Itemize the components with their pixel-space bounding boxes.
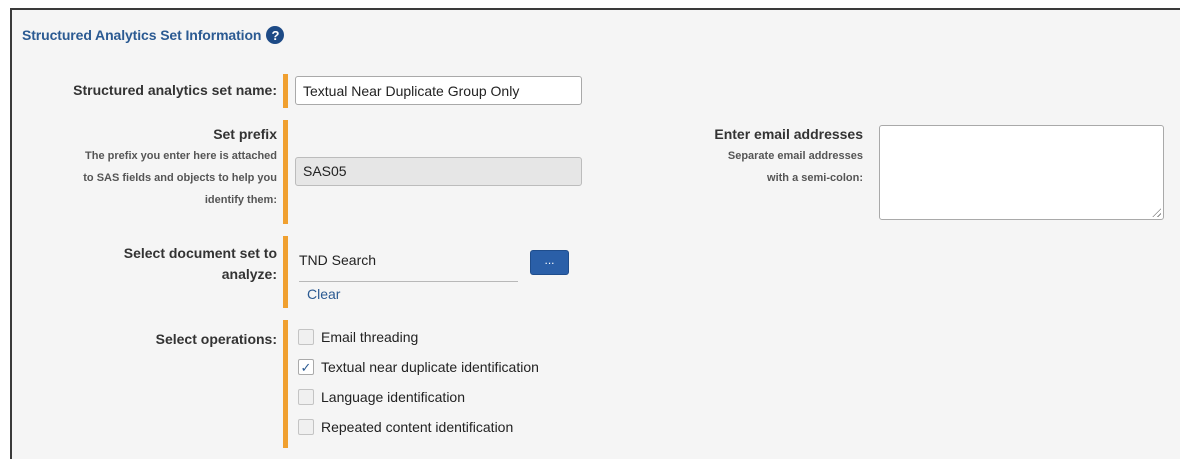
email-help-1: Separate email addresses	[727, 150, 863, 162]
document-set-label-line2: analyze:	[221, 266, 277, 282]
set-prefix-label: Set prefix	[213, 126, 277, 142]
checkbox[interactable]	[298, 389, 314, 405]
sas-info-panel	[10, 8, 1180, 459]
set-prefix-help-3: identify them:	[204, 194, 277, 206]
required-indicator-document-set	[283, 236, 288, 308]
operation-label: Repeated content identification	[321, 419, 514, 435]
operation-label: Language identification	[321, 389, 466, 405]
document-set-value: TND Search	[299, 250, 518, 282]
operation-email-threading[interactable]: Email threading	[298, 329, 418, 345]
checkbox[interactable]	[298, 329, 314, 345]
operation-label: Textual near duplicate identification	[321, 359, 539, 375]
set-prefix-input: SAS05	[295, 157, 582, 186]
set-prefix-help-1: The prefix you enter here is attached	[85, 150, 277, 162]
browse-document-set-button[interactable]: ...	[530, 250, 569, 275]
operation-label: Email threading	[321, 329, 419, 345]
section-title: Structured Analytics Set Information ?	[22, 26, 285, 44]
document-set-label-line1: Select document set to	[123, 245, 277, 261]
email-label: Enter email addresses	[714, 126, 863, 142]
set-prefix-help-2: to SAS fields and objects to help you	[83, 172, 277, 184]
operations-label: Select operations:	[155, 331, 277, 347]
section-title-text: Structured Analytics Set Information	[22, 27, 262, 43]
email-textarea[interactable]	[879, 125, 1164, 220]
resize-grip-icon[interactable]	[1151, 207, 1161, 217]
checkbox[interactable]	[298, 419, 314, 435]
clear-document-set-link[interactable]: Clear	[307, 286, 340, 302]
help-icon[interactable]: ?	[266, 26, 285, 44]
required-indicator-set-prefix	[283, 120, 288, 224]
email-help-2: with a semi-colon:	[767, 172, 863, 184]
operation-textual-near-duplicate[interactable]: ✓ Textual near duplicate identification	[298, 359, 539, 375]
document-set-label: Select document set to analyze:	[77, 243, 277, 285]
operation-language-identification[interactable]: Language identification	[298, 389, 465, 405]
operation-repeated-content[interactable]: Repeated content identification	[298, 419, 513, 435]
email-label-group: Enter email addresses Separate email add…	[643, 124, 863, 189]
checkbox-checked[interactable]: ✓	[298, 359, 314, 375]
set-name-input[interactable]	[295, 76, 582, 105]
set-name-label: Structured analytics set name:	[73, 82, 277, 98]
set-prefix-label-group: Set prefix The prefix you enter here is …	[17, 124, 277, 211]
required-indicator-operations	[283, 320, 288, 448]
required-indicator-set-name	[283, 74, 288, 108]
